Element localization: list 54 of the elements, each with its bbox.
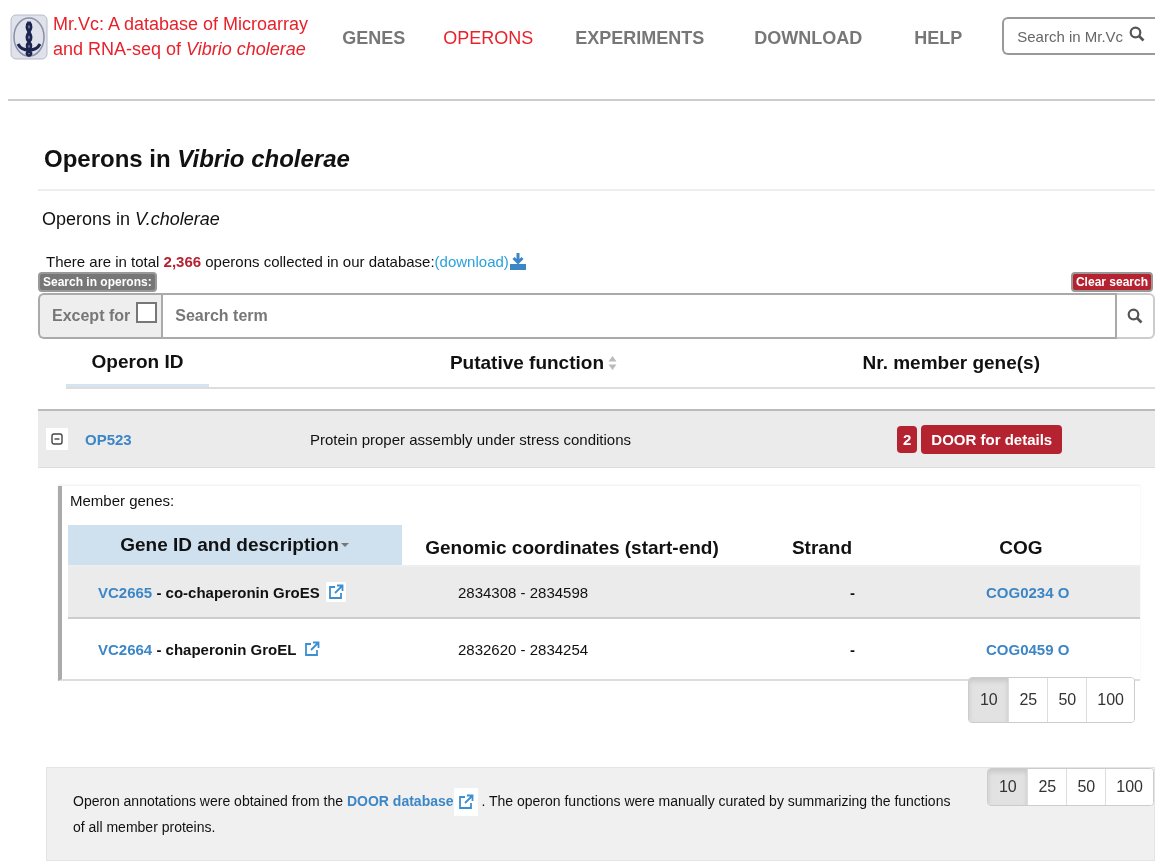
gene-description: VC2665 - co-chaperonin GroES — [98, 583, 320, 601]
gene-id-link[interactable]: VC2664 — [98, 640, 153, 658]
logo-icon[interactable] — [10, 14, 48, 60]
nav-link[interactable]: DOWNLOAD — [754, 28, 863, 49]
search-icon[interactable] — [1129, 26, 1145, 42]
door-details-button[interactable]: DOOR for details — [921, 424, 1063, 454]
checkbox[interactable] — [136, 301, 158, 323]
search-label: Search in operons: — [38, 272, 157, 292]
search-icon[interactable] — [1127, 308, 1143, 324]
external-link-icon[interactable] — [304, 641, 321, 657]
external-link-icon[interactable] — [327, 584, 344, 600]
strand-text: - — [849, 640, 855, 658]
caret-icon[interactable] — [339, 542, 350, 548]
minus-box-icon[interactable] — [51, 433, 63, 445]
column-header[interactable]: Strand — [742, 525, 902, 565]
nav-link[interactable]: HELP — [914, 28, 963, 49]
external-link-icon[interactable] — [457, 794, 474, 810]
gene-description: VC2664 - chaperonin GroEL — [98, 640, 297, 658]
except-for-toggle[interactable]: Except for — [38, 293, 162, 339]
site-title[interactable]: and RNA-seq of Vibrio cholerae — [53, 37, 306, 62]
nav-link[interactable]: OPERONS — [443, 28, 534, 49]
strand-text: - — [849, 583, 855, 601]
column-header[interactable]: Operon ID — [66, 339, 209, 387]
search-box[interactable]: Search term — [161, 293, 1117, 339]
clear-search-button[interactable]: Clear search — [1070, 272, 1153, 292]
except-for-label: Except for — [52, 307, 131, 325]
site-title[interactable]: Mr.Vc: A database of Microarray — [53, 12, 309, 37]
search-button[interactable] — [1117, 293, 1155, 339]
nav-link[interactable]: GENES — [342, 28, 406, 49]
section-heading: Operons in V.cholerae — [42, 209, 220, 230]
member-genes-label: Member genes: — [70, 492, 175, 509]
gene-count-badge: 2 — [897, 425, 918, 453]
page-size-button[interactable]: 100 — [1105, 769, 1153, 805]
column-header[interactable]: Gene ID and description — [68, 525, 402, 565]
cog-link[interactable]: COG0459 O — [978, 640, 1070, 658]
download-icon[interactable] — [508, 252, 527, 270]
page-size-button[interactable]: 100 — [1086, 678, 1134, 722]
coordinates-text: 2834308 - 2834598 — [457, 583, 589, 601]
coordinates-text: 2832620 - 2834254 — [457, 640, 589, 658]
site-search-box[interactable]: Search in Mr.Vc — [1002, 17, 1155, 55]
page-title: Operons in Vibrio cholerae — [38, 101, 1155, 191]
column-header[interactable]: Genomic coordinates (start-end) — [402, 525, 742, 565]
summary-text: There are in total 2,366 operons collected in our database:(download) — [46, 252, 509, 270]
page-size-button[interactable]: 10 — [969, 678, 1009, 722]
page-size-button[interactable]: 10 — [988, 769, 1028, 805]
gene-row[interactable]: VC2664 - chaperonin GroEL 2832620 - 2834254 - COG0459 O — [68, 619, 1140, 679]
nav-link[interactable]: EXPERIMENTS — [575, 28, 705, 49]
column-header[interactable]: Nr. member gene(s) — [617, 339, 1155, 387]
footnote-text: Operon annotations were obtained from the DOOR database . The operon functions were manually curated by summarizing the functions of all member proteins. — [73, 788, 953, 838]
gene-row[interactable]: VC2665 - co-chaperonin GroES 2834308 - 2834598 - COG0234 O — [68, 567, 1140, 619]
column-header[interactable]: Putative function — [209, 339, 617, 387]
function-text: Protein proper assembly under stress conditions — [310, 430, 632, 448]
collapse-button[interactable] — [46, 428, 68, 450]
column-header[interactable]: COG — [902, 525, 1140, 565]
